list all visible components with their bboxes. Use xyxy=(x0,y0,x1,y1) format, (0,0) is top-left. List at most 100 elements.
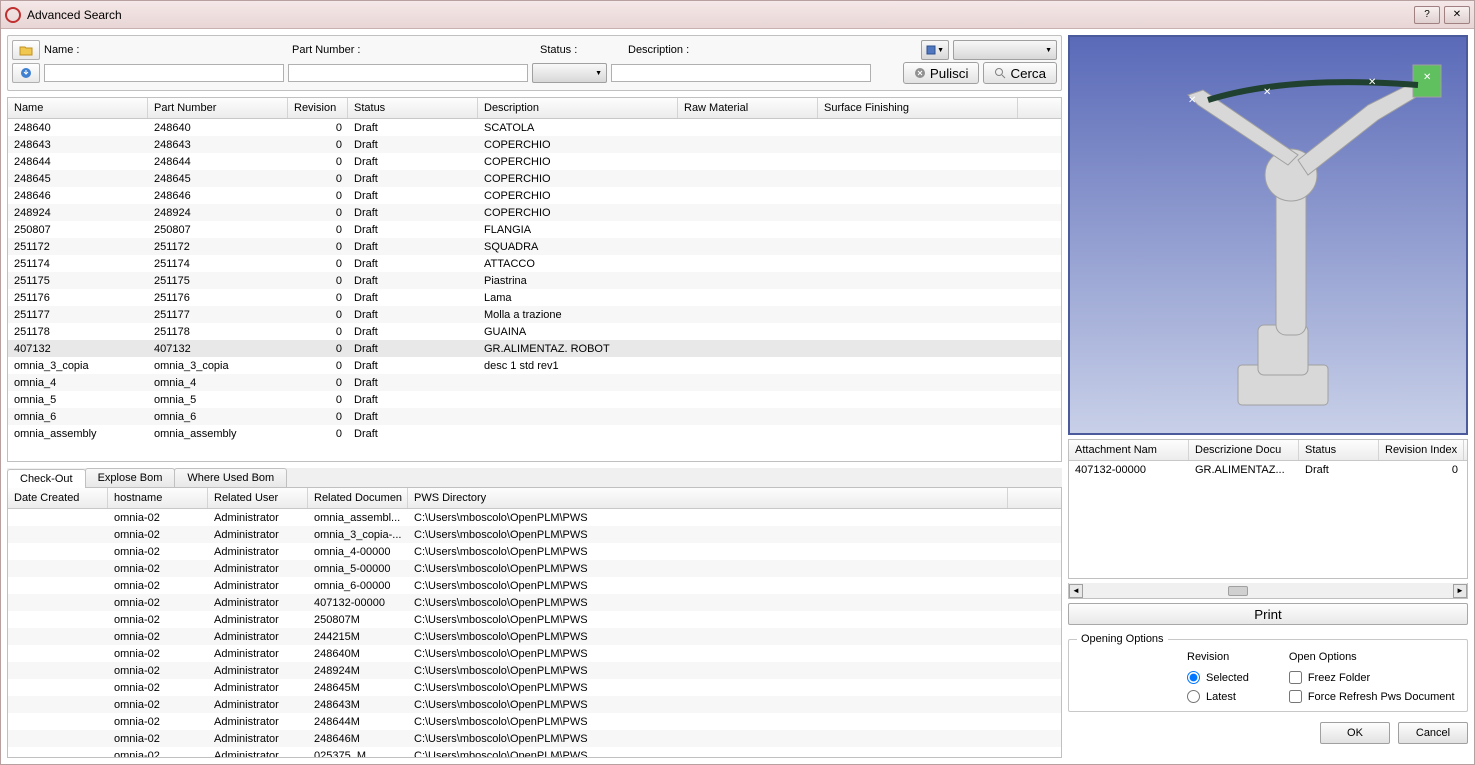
column-header[interactable]: Related Documen xyxy=(308,488,408,508)
column-header[interactable]: PWS Directory xyxy=(408,488,1008,508)
column-header[interactable]: Revision xyxy=(288,98,348,118)
column-header[interactable]: hostname xyxy=(108,488,208,508)
scroll-left-icon[interactable]: ◄ xyxy=(1069,584,1083,598)
svg-text:✕: ✕ xyxy=(1368,77,1376,88)
table-row[interactable]: 2486452486450DraftCOPERCHIO xyxy=(8,170,1061,187)
scroll-thumb[interactable] xyxy=(1228,586,1248,596)
column-header[interactable]: Descrizione Docu xyxy=(1189,440,1299,460)
table-row[interactable]: omnia-02Administrator248646MC:\Users\mbo… xyxy=(8,730,1061,747)
table-row[interactable]: 2511722511720DraftSQUADRA xyxy=(8,238,1061,255)
table-row[interactable]: omnia-02Administratoromnia_5-00000C:\Use… xyxy=(8,560,1061,577)
results-grid-body[interactable]: 2486402486400DraftSCATOLA2486432486430Dr… xyxy=(8,119,1061,461)
table-row[interactable]: 2489242489240DraftCOPERCHIO xyxy=(8,204,1061,221)
part-number-label: Part Number : xyxy=(292,44,372,56)
results-grid: NamePart NumberRevisionStatusDescription… xyxy=(7,97,1062,462)
table-row[interactable]: omnia-02Administrator248644MC:\Users\mbo… xyxy=(8,713,1061,730)
table-row[interactable]: 407132-00000GR.ALIMENTAZ...Draft0 xyxy=(1069,461,1467,478)
help-button[interactable]: ? xyxy=(1414,6,1440,24)
description-input[interactable] xyxy=(611,64,871,82)
table-row[interactable]: omnia_5omnia_50Draft xyxy=(8,391,1061,408)
column-header[interactable]: Surface Finishing xyxy=(818,98,1018,118)
table-row[interactable]: omnia-02Administrator248645MC:\Users\mbo… xyxy=(8,679,1061,696)
preview-3d[interactable]: ✕✕✕✕ xyxy=(1068,35,1468,435)
table-row[interactable]: omnia-02Administrator250807MC:\Users\mbo… xyxy=(8,611,1061,628)
column-header[interactable]: Status xyxy=(348,98,478,118)
close-button[interactable]: ✕ xyxy=(1444,6,1470,24)
print-label: Print xyxy=(1254,607,1281,622)
table-row[interactable]: omnia-02Administrator248640MC:\Users\mbo… xyxy=(8,645,1061,662)
attachment-grid-body[interactable]: 407132-00000GR.ALIMENTAZ...Draft0 xyxy=(1069,461,1467,578)
table-row[interactable]: omnia-02Administrator244215MC:\Users\mbo… xyxy=(8,628,1061,645)
table-row[interactable]: omnia-02Administratoromnia_assembl...C:\… xyxy=(8,509,1061,526)
table-row[interactable]: 2508072508070DraftFLANGIA xyxy=(8,221,1061,238)
tab-where-used-bom[interactable]: Where Used Bom xyxy=(174,468,287,487)
checkout-grid-header: Date CreatedhostnameRelated UserRelated … xyxy=(8,488,1061,509)
column-header[interactable]: Related User xyxy=(208,488,308,508)
table-row[interactable]: 2511742511740DraftATTACCO xyxy=(8,255,1061,272)
folder-icon xyxy=(19,44,33,56)
tab-check-out[interactable]: Check-Out xyxy=(7,469,86,488)
table-row[interactable]: 2486402486400DraftSCATOLA xyxy=(8,119,1061,136)
table-row[interactable]: 2486462486460DraftCOPERCHIO xyxy=(8,187,1061,204)
robot-arm-icon: ✕✕✕✕ xyxy=(1088,45,1448,425)
description-label: Description : xyxy=(628,44,708,56)
pulisci-label: Pulisci xyxy=(930,66,969,81)
table-row[interactable]: omnia_6omnia_60Draft xyxy=(8,408,1061,425)
table-row[interactable]: 2486442486440DraftCOPERCHIO xyxy=(8,153,1061,170)
column-header[interactable]: Name xyxy=(8,98,148,118)
table-row[interactable]: 2511782511780DraftGUAINA xyxy=(8,323,1061,340)
name-input[interactable] xyxy=(44,64,284,82)
table-row[interactable]: omnia-02Administrator025375_MC:\Users\mb… xyxy=(8,747,1061,757)
checkout-grid-body[interactable]: omnia-02Administratoromnia_assembl...C:\… xyxy=(8,509,1061,757)
table-row[interactable]: omnia-02Administrator407132-00000C:\User… xyxy=(8,594,1061,611)
name-label: Name : xyxy=(44,44,84,56)
table-row[interactable]: omnia-02Administratoromnia_4-00000C:\Use… xyxy=(8,543,1061,560)
status-select[interactable]: ▼ xyxy=(532,63,607,83)
attachment-grid-header: Attachment NamDescrizione DocuStatusRevi… xyxy=(1069,440,1467,461)
column-header[interactable]: Raw Material xyxy=(678,98,818,118)
dialog-buttons: OK Cancel xyxy=(1068,716,1468,744)
table-row[interactable]: omnia-02Administratoromnia_3_copia-...C:… xyxy=(8,526,1061,543)
disk-icon xyxy=(926,45,936,55)
folder-button[interactable] xyxy=(12,40,40,60)
column-header[interactable]: Attachment Nam xyxy=(1069,440,1189,460)
svg-text:✕: ✕ xyxy=(1423,72,1431,83)
revision-selected-radio[interactable]: Selected xyxy=(1187,671,1249,684)
cancel-button[interactable]: Cancel xyxy=(1398,722,1468,744)
table-row[interactable]: omnia_assemblyomnia_assembly0Draft xyxy=(8,425,1061,442)
tab-explose-bom[interactable]: Explose Bom xyxy=(85,468,176,487)
table-row[interactable]: omnia_4omnia_40Draft xyxy=(8,374,1061,391)
ok-button[interactable]: OK xyxy=(1320,722,1390,744)
app-icon xyxy=(5,7,21,23)
download-icon xyxy=(20,67,32,79)
clear-icon xyxy=(914,67,926,79)
revision-latest-radio[interactable]: Latest xyxy=(1187,690,1249,703)
table-row[interactable]: 4071324071320DraftGR.ALIMENTAZ. ROBOT xyxy=(8,340,1061,357)
part-number-input[interactable] xyxy=(288,64,528,82)
save-dropdown[interactable]: ▼ xyxy=(921,40,949,60)
svg-text:✕: ✕ xyxy=(1263,87,1271,98)
table-row[interactable]: omnia-02Administrator248924MC:\Users\mbo… xyxy=(8,662,1061,679)
column-header[interactable]: Part Number xyxy=(148,98,288,118)
table-row[interactable]: 2511772511770DraftMolla a trazione xyxy=(8,306,1061,323)
print-button[interactable]: Print xyxy=(1068,603,1468,625)
refresh-button[interactable] xyxy=(12,63,40,83)
status-label: Status : xyxy=(540,44,590,56)
column-header[interactable]: Description xyxy=(478,98,678,118)
table-row[interactable]: omnia_3_copiaomnia_3_copia0Draftdesc 1 s… xyxy=(8,357,1061,374)
column-header[interactable]: Revision Index xyxy=(1379,440,1464,460)
force-refresh-check[interactable]: Force Refresh Pws Document xyxy=(1289,690,1455,703)
table-row[interactable]: 2511762511760DraftLama xyxy=(8,289,1061,306)
freez-folder-check[interactable]: Freez Folder xyxy=(1289,671,1455,684)
table-row[interactable]: 2511752511750DraftPiastrina xyxy=(8,272,1061,289)
column-header[interactable]: Status xyxy=(1299,440,1379,460)
table-row[interactable]: omnia-02Administratoromnia_6-00000C:\Use… xyxy=(8,577,1061,594)
attachment-hscroll[interactable]: ◄ ► xyxy=(1068,583,1468,599)
table-row[interactable]: omnia-02Administrator248643MC:\Users\mbo… xyxy=(8,696,1061,713)
column-header[interactable]: Date Created xyxy=(8,488,108,508)
table-row[interactable]: 2486432486430DraftCOPERCHIO xyxy=(8,136,1061,153)
cerca-button[interactable]: Cerca xyxy=(983,62,1057,84)
pulisci-button[interactable]: Pulisci xyxy=(903,62,980,84)
scroll-right-icon[interactable]: ► xyxy=(1453,584,1467,598)
filter-dropdown[interactable]: ▼ xyxy=(953,40,1057,60)
